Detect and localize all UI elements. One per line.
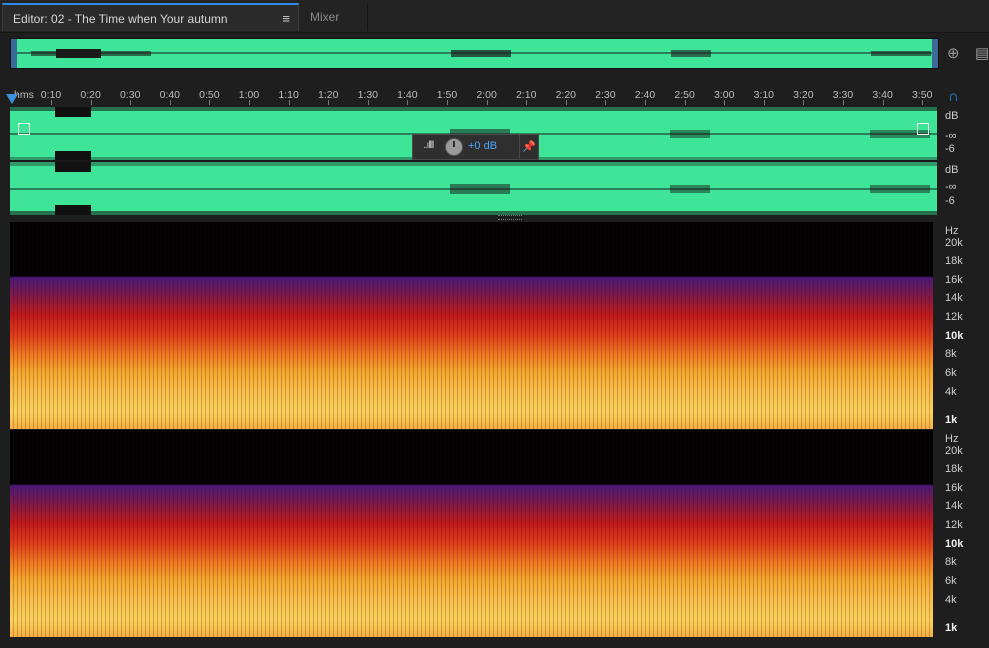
hamburger-menu-icon[interactable]: ≡ xyxy=(282,5,290,33)
ruler-tick-mark xyxy=(605,100,607,105)
playhead-marker[interactable] xyxy=(6,94,18,104)
headphones-icon[interactable]: ∩ xyxy=(948,88,959,105)
hz-tick: 10k xyxy=(945,538,964,550)
spectrogram-channel-1[interactable] xyxy=(10,222,933,429)
ruler-tick-mark xyxy=(90,100,92,105)
ruler-tick-mark xyxy=(169,100,171,105)
zoom-icon[interactable]: ⊕ xyxy=(947,44,960,62)
ruler-tick-mark xyxy=(526,100,528,105)
tab-editor[interactable]: Editor: 02 - The Time when Your autumn c… xyxy=(2,3,299,54)
ruler-tick-mark xyxy=(803,100,805,105)
hz-tick: 1k xyxy=(945,622,958,634)
hz-tick: 1k xyxy=(945,414,958,426)
hz-tick: 8k xyxy=(945,348,957,360)
overview-waveform xyxy=(11,49,938,58)
db-tick: -6 xyxy=(945,195,955,207)
tab-mixer[interactable]: Mixer xyxy=(300,3,368,31)
ruler-tick-mark xyxy=(724,100,726,105)
level-meter-icon: ..ıllll xyxy=(423,140,434,151)
hz-tick: 12k xyxy=(945,311,963,323)
ruler-tick-mark xyxy=(486,100,488,105)
ruler-tick-mark xyxy=(209,100,211,105)
ruler-tick-mark xyxy=(882,100,884,105)
fade-in-handle[interactable] xyxy=(18,123,30,135)
ruler-tick-mark xyxy=(645,100,646,105)
db-unit-label: dB xyxy=(945,110,959,122)
ruler-tick-mark xyxy=(447,100,448,105)
gain-hud[interactable]: ..ıllll +0 dB 📌 xyxy=(412,134,539,160)
fade-out-handle[interactable] xyxy=(917,123,929,135)
ruler-tick-mark xyxy=(130,100,132,105)
overview-navigator[interactable] xyxy=(10,38,939,69)
hz-unit-label: Hz xyxy=(945,433,959,445)
ruler-tick-mark xyxy=(288,100,290,105)
hz-tick: 4k xyxy=(945,594,957,606)
hz-tick: 14k xyxy=(945,292,963,304)
hz-unit-label: Hz xyxy=(945,225,959,237)
db-tick: -∞ xyxy=(945,181,957,193)
hz-tick: 4k xyxy=(945,386,957,398)
ruler-tick-mark xyxy=(367,100,369,105)
waveform-display[interactable] xyxy=(10,107,937,215)
hz-scale-channel-1: Hz 20k 18k 16k 14k 12k 10k 8k 6k 4k 1k xyxy=(939,222,989,429)
tab-mixer-label: Mixer xyxy=(310,10,340,24)
hz-tick: 6k xyxy=(945,367,957,379)
ruler-tick-mark xyxy=(565,100,567,105)
hz-tick: 18k xyxy=(945,463,963,475)
hz-scale-channel-2: Hz 20k 18k 16k 14k 12k 10k 8k 6k 4k 1k xyxy=(939,430,989,637)
ruler-tick-mark xyxy=(843,100,844,105)
hz-tick: 16k xyxy=(945,274,963,286)
ruler-tick-mark xyxy=(249,100,250,105)
overview-left-handle[interactable] xyxy=(11,39,17,68)
ruler-tick-mark xyxy=(922,100,924,105)
hz-tick: 20k xyxy=(945,237,963,249)
hz-tick: 16k xyxy=(945,482,963,494)
channel-divider xyxy=(10,160,937,162)
db-scale-channel-1: dB -∞ -6 xyxy=(939,108,989,162)
hz-tick: 8k xyxy=(945,556,957,568)
panel-menu-icon[interactable]: ▤ xyxy=(975,44,989,62)
panel-resize-grip[interactable] xyxy=(498,215,522,220)
gain-knob[interactable] xyxy=(445,138,463,156)
hz-tick: 18k xyxy=(945,255,963,267)
db-tick: -6 xyxy=(945,143,955,155)
ruler-tick-mark xyxy=(407,100,409,105)
pin-icon[interactable]: 📌 xyxy=(519,135,538,159)
db-scale-channel-2: dB -∞ -6 xyxy=(939,162,989,216)
ruler-tick-mark xyxy=(51,100,52,105)
hz-tick: 10k xyxy=(945,330,964,342)
ruler-tick-mark xyxy=(763,100,765,105)
hz-tick: 6k xyxy=(945,575,957,587)
spectrogram-channel-2[interactable] xyxy=(10,430,933,637)
ruler-tick-mark xyxy=(684,100,686,105)
db-unit-label: dB xyxy=(945,164,959,176)
hz-tick: 20k xyxy=(945,445,963,457)
hz-tick: 12k xyxy=(945,519,963,531)
gain-value[interactable]: +0 dB xyxy=(468,140,497,152)
overview-right-handle[interactable] xyxy=(932,39,938,68)
hz-tick: 14k xyxy=(945,500,963,512)
time-ruler[interactable]: hms 0:10 0:20 0:30 0:40 0:50 1:00 1:10 1:20 1:30… xyxy=(10,86,937,106)
panel-tab-bar: Editor: 02 - The Time when Your autumn c… xyxy=(0,0,989,54)
db-tick: -∞ xyxy=(945,130,957,142)
ruler-tick-mark xyxy=(328,100,330,105)
